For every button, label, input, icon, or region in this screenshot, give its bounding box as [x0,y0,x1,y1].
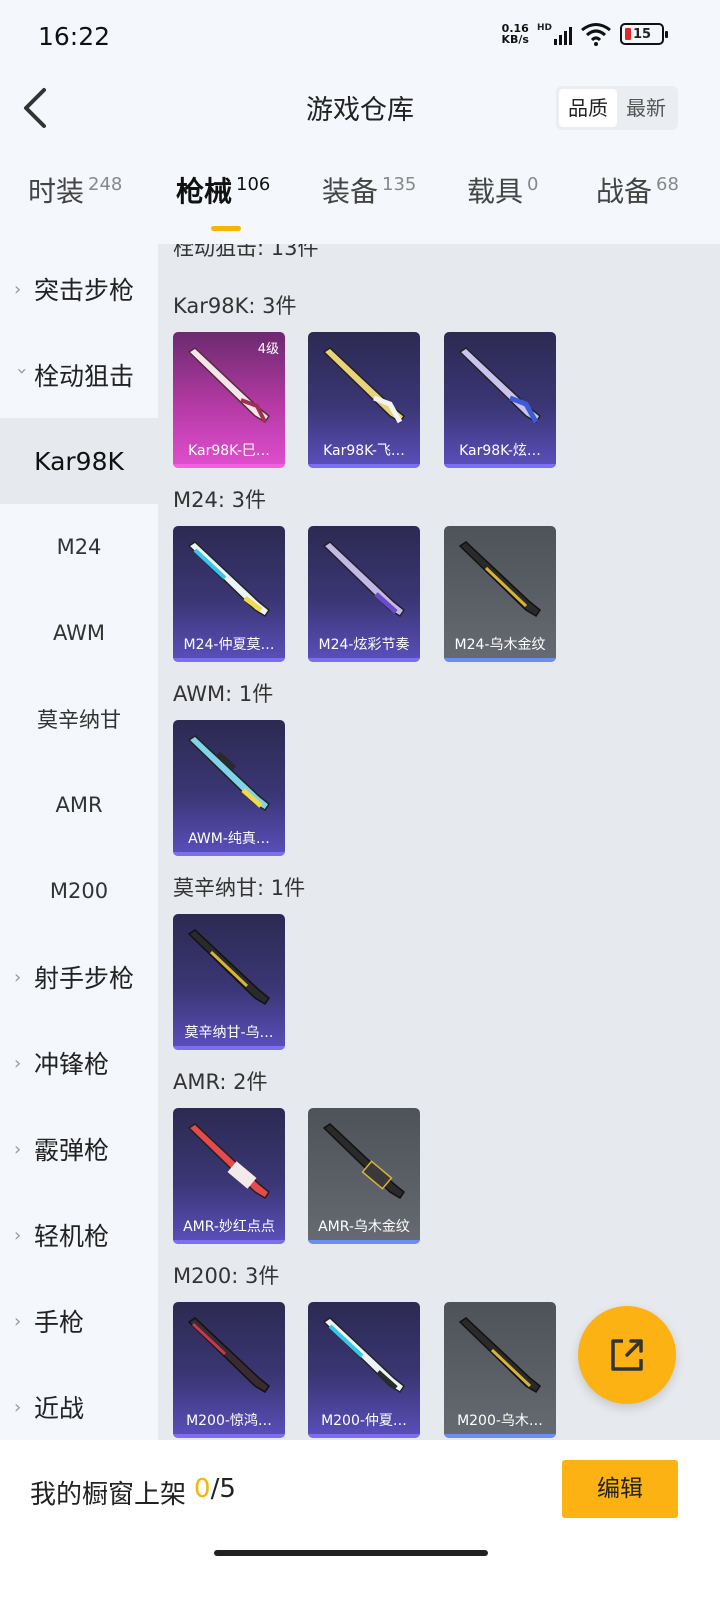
weapon-card[interactable]: AMR-乌木金纹 [308,1108,420,1244]
rifle-icon [187,1123,271,1200]
battery-icon: 15 [620,23,668,45]
weapon-list[interactable]: 栓动狙击: 13件 Kar98K: 3件 4级 Kar98K-巳… Kar98K… [158,244,720,1440]
sidebar-item-marksman-rifle[interactable]: › 射手步枪 [0,934,158,1020]
weapon-card[interactable]: M200-仲夏… [308,1302,420,1438]
rifle-icon [322,347,406,424]
status-time: 16:22 [38,22,111,51]
category-tabs: 时装 248 枪械 106 装备 135 载具 0 战备 68 [0,170,720,242]
showcase-counter: 我的橱窗上架 0 /5 [30,1474,236,1510]
tab-war-supplies[interactable]: 战备 68 [596,170,679,210]
sidebar-item-assault-rifle[interactable]: › 突击步枪 [0,246,158,332]
chevron-right-icon: › [14,1138,22,1160]
weapon-card[interactable]: Kar98K-炫… [444,332,556,468]
share-external-icon [611,1339,643,1371]
weapon-card[interactable]: AMR-妙红点点 [173,1108,285,1244]
tab-equipment[interactable]: 装备 135 [322,170,416,210]
back-button[interactable] [18,84,58,132]
sidebar-item-m24[interactable]: M24 [0,504,158,590]
rifle-icon [458,1317,542,1394]
status-icons: 0.16 KB/s HD 15 [501,22,668,46]
section-title-m24: M24: 3件 [173,488,266,512]
tab-costume[interactable]: 时装 248 [28,170,122,210]
chevron-right-icon: › [14,1052,22,1074]
sort-quality-button[interactable]: 品质 [559,89,617,127]
section-title-amr: AMR: 2件 [173,1070,268,1094]
weapon-card[interactable]: M24-炫彩节奏 [308,526,420,662]
chevron-right-icon: › [14,966,22,988]
status-bar: 16:22 0.16 KB/s HD 15 [0,0,720,76]
tab-vehicles[interactable]: 载具 0 [467,170,538,210]
sidebar-item-m200[interactable]: M200 [0,848,158,934]
tab-firearms[interactable]: 枪械 106 [176,170,270,210]
app-header: 游戏仓库 品质 最新 [0,76,720,140]
rifle-icon [322,1317,406,1394]
bottom-bar: 我的橱窗上架 0 /5 编辑 [0,1440,720,1600]
clipped-group-header: 栓动狙击: 13件 [173,244,319,260]
rifle-icon [187,541,271,618]
rifle-icon [187,1317,271,1394]
edit-button[interactable]: 编辑 [562,1460,678,1518]
chevron-right-icon: › [14,1396,22,1418]
chevron-right-icon: › [14,1224,22,1246]
chevron-down-icon: › [11,367,33,375]
weapon-type-sidebar: › 突击步枪 › 栓动狙击 Kar98K M24 AWM 莫辛纳甘 AMR M2… [0,244,158,1440]
weapon-card[interactable]: 莫辛纳甘-乌… [173,914,285,1050]
sidebar-item-bolt-sniper[interactable]: › 栓动狙击 [0,332,158,418]
sort-toggle: 品质 最新 [556,86,678,130]
sidebar-item-melee[interactable]: › 近战 [0,1364,158,1450]
weapon-card[interactable]: M24-乌木金纹 [444,526,556,662]
chevron-right-icon: › [14,1310,22,1332]
weapon-card[interactable]: M200-乌木… [444,1302,556,1438]
sort-newest-button[interactable]: 最新 [617,89,675,127]
sidebar-item-awm[interactable]: AWM [0,590,158,676]
sidebar-item-smg[interactable]: › 冲锋枪 [0,1020,158,1106]
rifle-icon [187,347,271,424]
sidebar-item-kar98k[interactable]: Kar98K [0,418,158,504]
network-speed: 0.16 KB/s [501,22,529,46]
sidebar-item-pistol[interactable]: › 手枪 [0,1278,158,1364]
rifle-icon [187,735,271,812]
section-title-mosin-nagant: 莫辛纳甘: 1件 [173,876,306,900]
sidebar-item-shotgun[interactable]: › 霰弹枪 [0,1106,158,1192]
section-title-m200: M200: 3件 [173,1264,280,1288]
rifle-icon [187,929,271,1006]
share-fab-button[interactable] [578,1306,676,1404]
weapon-card[interactable]: AWM-纯真… [173,720,285,856]
weapon-card[interactable]: 4级 Kar98K-巳… [173,332,285,468]
section-title-kar98k: Kar98K: 3件 [173,294,297,318]
active-tab-indicator [211,226,241,231]
back-arrow-icon [24,88,46,128]
section-title-awm: AWM: 1件 [173,682,274,706]
chevron-right-icon: › [14,278,22,300]
sidebar-item-mosin-nagant[interactable]: 莫辛纳甘 [0,676,158,762]
rifle-icon [322,541,406,618]
sidebar-item-lmg[interactable]: › 轻机枪 [0,1192,158,1278]
sidebar-item-amr[interactable]: AMR [0,762,158,848]
rifle-icon [458,347,542,424]
rifle-icon [322,1123,406,1200]
weapon-card[interactable]: M200-惊鸿… [173,1302,285,1438]
weapon-card[interactable]: Kar98K-飞… [308,332,420,468]
wifi-icon [581,23,611,46]
home-indicator[interactable] [214,1550,488,1556]
rifle-icon [458,541,542,618]
signal-icon: HD [537,23,572,45]
weapon-card[interactable]: M24-仲夏莫… [173,526,285,662]
